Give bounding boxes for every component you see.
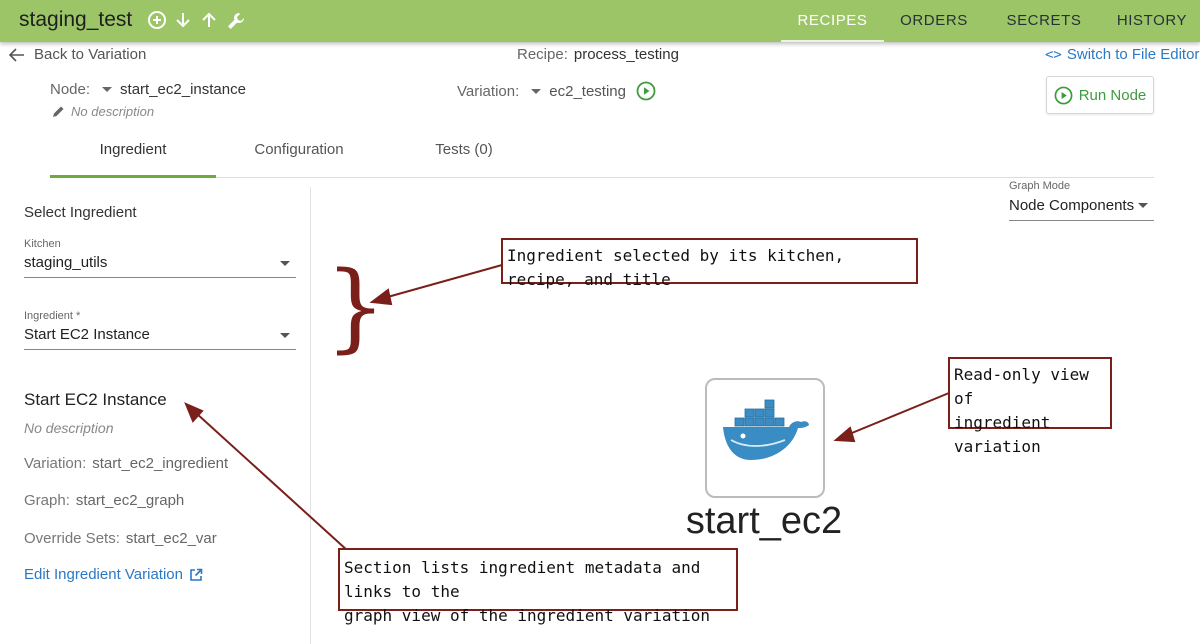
- run-node-label: Run Node: [1078, 86, 1147, 104]
- ingredient-select[interactable]: Ingredient * Start EC2 Instance: [24, 310, 296, 350]
- meta-override-value: start_ec2_var: [125, 530, 217, 547]
- annotation-text-line2: ingredient variation: [954, 413, 1051, 456]
- nav-recipes[interactable]: RECIPES: [781, 0, 884, 42]
- kitchen-value: staging_utils: [24, 254, 108, 271]
- kitchen-label: Kitchen: [24, 238, 61, 250]
- meta-graph-value: start_ec2_graph: [75, 492, 185, 509]
- arrow-down-icon[interactable]: [173, 10, 193, 30]
- switch-to-file-editor-link[interactable]: <> Switch to File Editor: [1045, 46, 1199, 63]
- variation-value: ec2_testing: [549, 82, 626, 100]
- dropdown-arrow-icon: [280, 261, 290, 266]
- annotation-text: Ingredient selected by its kitchen, reci…: [507, 246, 845, 289]
- meta-graph: Graph: start_ec2_graph: [24, 492, 184, 509]
- node-selector[interactable]: Node: start_ec2_instance: [50, 81, 246, 98]
- pencil-icon: [53, 106, 64, 117]
- code-brackets-icon: <>: [1045, 46, 1062, 63]
- top-bar: staging_test RECIPES ORDERS SECRETS HIST…: [0, 0, 1200, 42]
- graph-mode-label: Graph Mode: [1009, 180, 1071, 192]
- meta-graph-label: Graph:: [24, 492, 70, 509]
- caret-down-icon: [102, 87, 113, 92]
- tab-bar: Ingredient Configuration Tests (0): [50, 128, 1154, 178]
- tab-tests[interactable]: Tests (0): [381, 128, 547, 177]
- edit-ingredient-variation-link[interactable]: Edit Ingredient Variation: [24, 566, 203, 583]
- tab-ingredient[interactable]: Ingredient: [50, 128, 216, 178]
- app-title: staging_test: [19, 8, 133, 31]
- annotation-text-line1: Section lists ingredient metadata and li…: [344, 558, 701, 601]
- arrow-up-icon[interactable]: [199, 10, 219, 30]
- nav-secrets[interactable]: SECRETS: [984, 0, 1104, 42]
- toolbar-icons: [147, 10, 245, 30]
- edit-link-label: Edit Ingredient Variation: [24, 566, 183, 583]
- annotation-arrow-1: [383, 264, 503, 299]
- graph-mode-value: Node Components: [1009, 197, 1135, 214]
- panel-divider: [310, 187, 311, 644]
- curly-brace-mark: }: [325, 251, 386, 363]
- recipe-info: Recipe: process_testing: [517, 46, 679, 63]
- meta-variation-label: Variation:: [24, 455, 87, 472]
- annotation-arrowhead-1: [369, 288, 393, 306]
- arrow-left-icon: [9, 47, 24, 62]
- annotation-ingredient-selection: Ingredient selected by its kitchen, reci…: [501, 238, 918, 289]
- recipe-value: process_testing: [573, 46, 679, 63]
- dropdown-arrow-icon: [280, 333, 290, 338]
- dropdown-arrow-icon: [1138, 203, 1148, 208]
- recipe-label: Recipe:: [517, 46, 568, 63]
- switch-label: Switch to File Editor: [1066, 46, 1200, 63]
- nav-orders[interactable]: ORDERS: [884, 0, 984, 42]
- annotation-arrow-3: [195, 412, 349, 552]
- back-label: Back to Variation: [34, 46, 147, 63]
- meta-override-sets: Override Sets: start_ec2_var: [24, 530, 217, 547]
- graph-mode-select[interactable]: Graph Mode Node Components: [1009, 180, 1154, 221]
- ingredient-title: Start EC2 Instance: [24, 390, 167, 409]
- add-circle-icon[interactable]: [147, 10, 167, 30]
- node-value: start_ec2_instance: [120, 81, 246, 98]
- play-circle-icon[interactable]: [636, 81, 656, 101]
- kitchen-select[interactable]: Kitchen staging_utils: [24, 238, 296, 278]
- docker-whale-icon: [723, 399, 809, 460]
- tab-configuration[interactable]: Configuration: [216, 128, 382, 177]
- node-description-text: No description: [71, 104, 155, 119]
- meta-override-label: Override Sets:: [24, 530, 120, 547]
- graph-node[interactable]: [705, 378, 825, 498]
- nav-history[interactable]: HISTORY: [1104, 0, 1200, 42]
- ingredient-value: Start EC2 Instance: [24, 326, 150, 343]
- meta-variation: Variation: start_ec2_ingredient: [24, 455, 228, 472]
- variation-label: Variation:: [457, 82, 520, 100]
- graph-node-label: start_ec2: [685, 500, 843, 542]
- run-node-button[interactable]: Run Node: [1046, 76, 1154, 114]
- select-ingredient-title: Select Ingredient: [24, 204, 137, 221]
- back-to-variation-link[interactable]: Back to Variation: [9, 46, 146, 63]
- main-nav: RECIPES ORDERS SECRETS HISTORY: [781, 0, 1200, 42]
- open-in-new-icon: [190, 568, 203, 581]
- meta-variation-value: start_ec2_ingredient: [92, 455, 229, 472]
- annotation-text-line2: graph view of the ingredient variation: [344, 606, 711, 625]
- annotation-arrow-2: [846, 392, 950, 436]
- annotation-text-line1: Read-only view of: [954, 365, 1089, 408]
- annotation-arrowhead-3: [184, 402, 204, 423]
- annotation-arrowhead-2: [833, 426, 856, 443]
- annotation-metadata-section: Section lists ingredient metadata and li…: [338, 548, 738, 625]
- caret-down-icon: [531, 88, 542, 94]
- play-circle-icon: [1054, 86, 1073, 104]
- ingredient-description: No description: [24, 420, 114, 436]
- variation-selector[interactable]: Variation: ec2_testing: [457, 81, 656, 101]
- node-description[interactable]: No description: [52, 104, 154, 119]
- annotation-read-only-view: Read-only view of ingredient variation: [948, 357, 1112, 456]
- wrench-icon[interactable]: [225, 10, 245, 30]
- node-label: Node:: [50, 81, 91, 98]
- ingredient-label: Ingredient *: [24, 310, 81, 322]
